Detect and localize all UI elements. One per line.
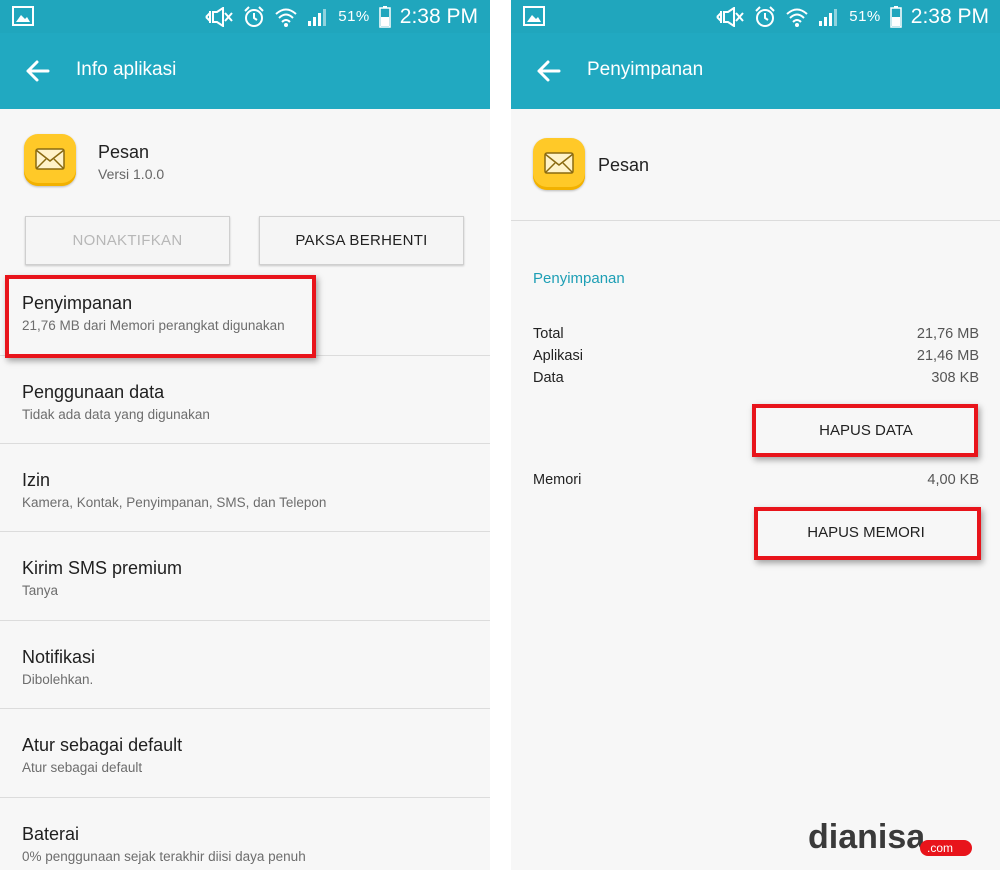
list-item-premium-sms[interactable]: Kirim SMS premium Tanya <box>0 531 490 619</box>
list-item-subtitle: 0% penggunaan sejak terakhir diisi daya … <box>22 849 306 864</box>
clear-data-button[interactable]: HAPUS DATA <box>759 410 973 450</box>
envelope-icon <box>544 152 574 174</box>
app-name: Pesan <box>598 155 650 175</box>
app-version: Versi 1.0.0 <box>98 166 165 182</box>
gallery-icon <box>12 6 34 26</box>
list-item-data-usage[interactable]: Penggunaan data Tidak ada data yang digu… <box>0 355 490 443</box>
storage-screen: 51% 2:38 PM Penyimpanan Pesan Penyimpana… <box>511 0 1000 870</box>
battery-percent: 51% <box>849 8 881 25</box>
storage-data-label: Data <box>533 370 564 386</box>
storage-app-label: Aplikasi <box>533 348 583 364</box>
app-bar: Penyimpanan <box>511 33 1000 109</box>
list-item-subtitle: Kamera, Kontak, Penyimpanan, SMS, dan Te… <box>22 495 327 510</box>
signal-icon <box>308 8 327 26</box>
app-bar: Info aplikasi <box>0 33 490 109</box>
battery-icon <box>379 5 391 28</box>
clear-cache-button[interactable]: HAPUS MEMORI <box>759 512 973 552</box>
disable-button[interactable]: NONAKTIFKAN <box>25 216 230 265</box>
list-item-title: Atur sebagai default <box>22 735 183 755</box>
alarm-icon <box>244 5 264 27</box>
gutter <box>490 0 511 870</box>
back-arrow-icon[interactable] <box>24 57 52 85</box>
list-item-subtitle: Tanya <box>22 583 59 598</box>
list-item-title: Penggunaan data <box>22 382 165 402</box>
wifi-icon <box>786 8 808 27</box>
force-stop-button[interactable]: PAKSA BERHENTI <box>259 216 464 265</box>
pesan-app-icon <box>24 134 76 186</box>
list-item-title: Penyimpanan <box>22 293 133 313</box>
envelope-icon <box>35 148 65 170</box>
status-bar: 51% 2:38 PM <box>511 0 1000 33</box>
list-item-battery[interactable]: Baterai 0% penggunaan sejak terakhir dii… <box>0 797 490 870</box>
pesan-app-icon <box>533 138 585 190</box>
list-item-set-default[interactable]: Atur sebagai default Atur sebagai defaul… <box>0 708 490 796</box>
wifi-icon <box>275 8 297 27</box>
list-item-subtitle: 21,76 MB dari Memori perangkat digunakan <box>22 318 285 333</box>
page-title: Info aplikasi <box>76 59 177 80</box>
clock: 2:38 PM <box>399 4 478 28</box>
signal-icon <box>819 8 838 26</box>
clock: 2:38 PM <box>910 4 989 28</box>
watermark-suffix: .com <box>927 841 953 855</box>
back-arrow-icon[interactable] <box>535 57 563 85</box>
battery-percent: 51% <box>338 8 370 25</box>
storage-total-value: 21,76 MB <box>916 326 979 342</box>
mute-icon <box>716 6 745 27</box>
alarm-icon <box>755 5 775 27</box>
storage-total-label: Total <box>533 326 564 342</box>
storage-data-value: 308 KB <box>931 370 979 386</box>
status-bar: 51% 2:38 PM <box>0 0 490 33</box>
status-icons: 51% 2:38 PM <box>204 0 478 33</box>
list-item-subtitle: Atur sebagai default <box>22 760 143 775</box>
list-item-notifications[interactable]: Notifikasi Dibolehkan. <box>0 620 490 708</box>
list-item-title: Izin <box>22 470 51 490</box>
list-item-title: Kirim SMS premium <box>22 558 183 578</box>
page-title: Penyimpanan <box>587 59 704 80</box>
gallery-icon <box>523 6 545 26</box>
list-item-storage[interactable]: Penyimpanan 21,76 MB dari Memori perangk… <box>0 267 490 355</box>
status-icons: 51% 2:38 PM <box>715 0 989 33</box>
divider <box>511 220 1000 221</box>
app-name: Pesan <box>98 142 150 162</box>
list-item-title: Notifikasi <box>22 647 96 667</box>
list-item-permissions[interactable]: Izin Kamera, Kontak, Penyimpanan, SMS, d… <box>0 443 490 531</box>
list-item-title: Baterai <box>22 824 80 844</box>
section-header-storage: Penyimpanan <box>533 270 625 287</box>
storage-app-value: 21,46 MB <box>916 348 979 364</box>
battery-icon <box>890 5 902 28</box>
list-item-subtitle: Tidak ada data yang digunakan <box>22 407 210 422</box>
cache-label: Memori <box>533 472 582 488</box>
mute-icon <box>205 6 234 27</box>
app-info-screen: 51% 2:38 PM Info aplikasi Pesan Versi 1.… <box>0 0 490 870</box>
cache-value: 4,00 KB <box>927 472 979 488</box>
list-item-subtitle: Dibolehkan. <box>22 672 94 687</box>
watermark-main: dianisa <box>808 818 926 856</box>
dianisa-watermark-logo: dianisa .com <box>808 818 972 856</box>
